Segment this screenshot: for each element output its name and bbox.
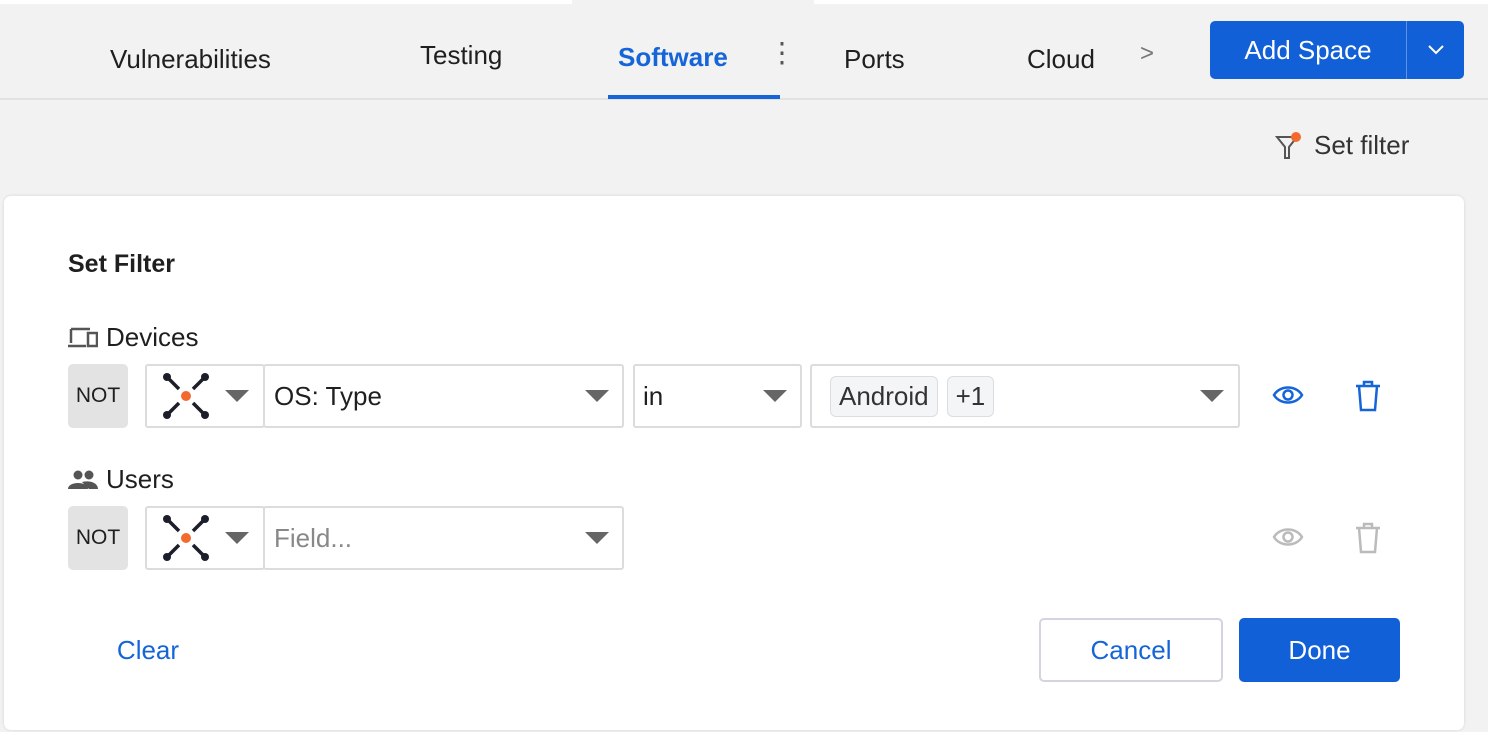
- users-label: Users: [106, 464, 174, 494]
- eye-icon-disabled: [1272, 528, 1304, 546]
- not-toggle-users[interactable]: NOT: [68, 506, 128, 570]
- field-select-devices[interactable]: OS: Type: [263, 364, 624, 428]
- caret-down-icon: [585, 532, 609, 544]
- panel-title: Set Filter: [68, 250, 175, 278]
- tab-cloud[interactable]: Cloud: [1027, 44, 1095, 75]
- devices-label: Devices: [106, 322, 199, 352]
- entity-selector-users[interactable]: [145, 506, 265, 570]
- more-options-icon[interactable]: ⋮: [768, 36, 796, 69]
- active-tab-indicator: [608, 95, 780, 99]
- value-chip[interactable]: Android: [830, 375, 938, 417]
- devices-section-label: Devices: [68, 322, 198, 353]
- clear-button[interactable]: Clear: [100, 618, 196, 682]
- caret-down-icon: [225, 532, 249, 544]
- value-select[interactable]: Android +1: [810, 364, 1240, 428]
- eye-icon[interactable]: [1272, 383, 1304, 407]
- entity-logo-icon: [163, 515, 209, 561]
- operator-select[interactable]: in: [633, 364, 802, 428]
- caret-down-icon: [1200, 390, 1224, 402]
- field-placeholder: Field...: [274, 522, 353, 553]
- more-values-chip[interactable]: +1: [946, 375, 995, 417]
- field-select-users[interactable]: Field...: [263, 506, 624, 570]
- filter-icon: [1274, 131, 1301, 159]
- caret-down-icon: [585, 390, 609, 402]
- operator-value: in: [643, 380, 664, 411]
- chevron-down-icon[interactable]: [1407, 21, 1464, 79]
- tab-testing[interactable]: Testing: [420, 40, 502, 71]
- trash-icon-disabled: [1356, 522, 1380, 554]
- add-space-button[interactable]: Add Space: [1210, 21, 1407, 79]
- caret-down-icon: [225, 390, 249, 402]
- tab-software[interactable]: Software: [618, 42, 728, 73]
- cancel-button[interactable]: Cancel: [1039, 618, 1223, 682]
- done-button[interactable]: Done: [1239, 618, 1400, 682]
- chevron-right-icon[interactable]: >: [1140, 40, 1154, 68]
- not-toggle-devices[interactable]: NOT: [68, 364, 128, 428]
- set-filter-button[interactable]: Set filter: [1274, 130, 1409, 161]
- set-filter-label: Set filter: [1314, 130, 1410, 160]
- entity-selector-devices[interactable]: [145, 364, 265, 428]
- entity-logo-icon: [163, 373, 209, 419]
- users-icon: [68, 470, 98, 489]
- users-section-label: Users: [68, 464, 174, 495]
- tab-vulnerabilities[interactable]: Vulnerabilities: [110, 44, 271, 75]
- field-value: OS: Type: [274, 380, 382, 411]
- top-strip-gap: [572, 0, 814, 4]
- tab-ports[interactable]: Ports: [844, 44, 905, 75]
- trash-icon[interactable]: [1354, 380, 1382, 412]
- add-space-button-group: Add Space: [1210, 21, 1464, 79]
- devices-icon: [68, 327, 98, 347]
- caret-down-icon: [763, 390, 787, 402]
